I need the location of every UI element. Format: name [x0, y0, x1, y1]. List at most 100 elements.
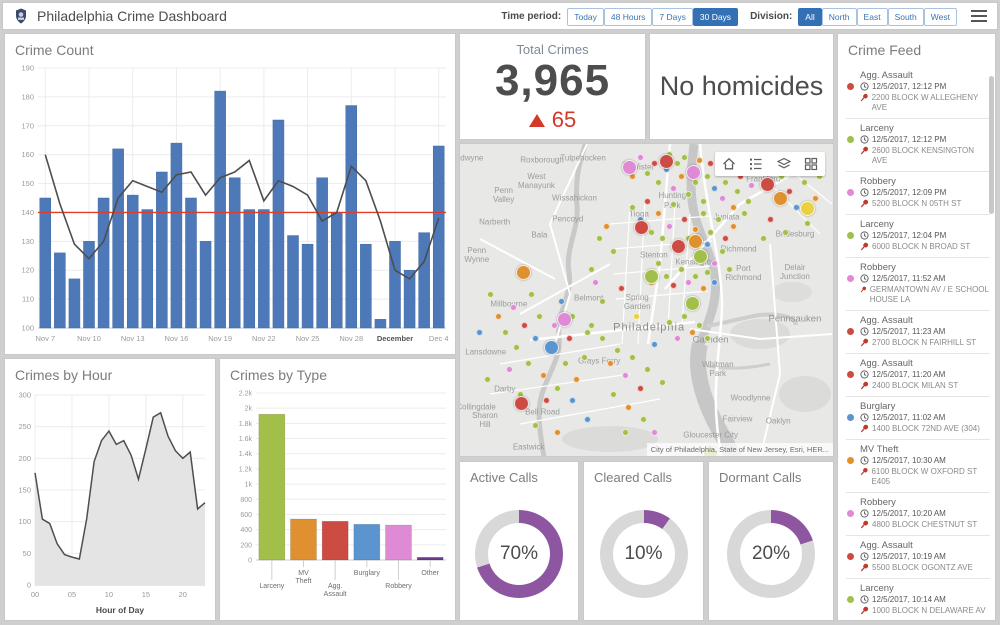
- map-dot[interactable]: [685, 279, 692, 286]
- map-dot[interactable]: [637, 385, 644, 392]
- map-dot[interactable]: [745, 198, 752, 205]
- map-dot[interactable]: [704, 173, 711, 180]
- map-dot[interactable]: [700, 198, 707, 205]
- map-dot[interactable]: [648, 229, 655, 236]
- map-dot[interactable]: [622, 372, 629, 379]
- map-dot[interactable]: [651, 429, 658, 436]
- map-dot[interactable]: [618, 285, 625, 292]
- layers-icon[interactable]: [776, 156, 792, 172]
- map-dot[interactable]: [782, 229, 789, 236]
- feed-item[interactable]: Robbery12/5/2017, 11:52 AMGERMANTOWN AV …: [846, 257, 990, 310]
- map-dot[interactable]: [663, 273, 670, 280]
- map-dot[interactable]: [592, 279, 599, 286]
- map-dot[interactable]: [711, 279, 718, 286]
- feed-item[interactable]: Robbery12/5/2017, 10:20 AM4800 BLOCK CHE…: [846, 492, 990, 535]
- hamburger-menu-icon[interactable]: [971, 7, 987, 25]
- map-dot[interactable]: [581, 354, 588, 361]
- map-big-dot[interactable]: [800, 201, 815, 216]
- map-dot[interactable]: [700, 210, 707, 217]
- map-dot[interactable]: [704, 241, 711, 248]
- map-dot[interactable]: [659, 379, 666, 386]
- map-dot[interactable]: [495, 313, 502, 320]
- time-period-button-48-hours[interactable]: 48 Hours: [604, 8, 653, 26]
- map-dot[interactable]: [704, 335, 711, 342]
- map-dot[interactable]: [674, 160, 681, 167]
- division-button-north[interactable]: North: [822, 8, 857, 26]
- map-dot[interactable]: [670, 282, 677, 289]
- feed-item[interactable]: Agg. Assault12/5/2017, 11:20 AM2400 BLOC…: [846, 353, 990, 396]
- map-dot[interactable]: [510, 304, 517, 311]
- feed-item[interactable]: Agg. Assault12/5/2017, 12:12 PM2200 BLOC…: [846, 66, 990, 118]
- feed-scrollbar[interactable]: [989, 76, 994, 214]
- feed-item[interactable]: Burglary12/5/2017, 11:02 AM1400 BLOCK 72…: [846, 396, 990, 439]
- map-dot[interactable]: [637, 154, 644, 161]
- map-dot[interactable]: [629, 204, 636, 211]
- map-dot[interactable]: [659, 235, 666, 242]
- map-big-dot[interactable]: [688, 234, 703, 249]
- map-dot[interactable]: [573, 376, 580, 383]
- map-dot[interactable]: [484, 376, 491, 383]
- map-dot[interactable]: [689, 329, 696, 336]
- map-dot[interactable]: [812, 195, 819, 202]
- map-big-dot[interactable]: [760, 177, 775, 192]
- map-dot[interactable]: [644, 198, 651, 205]
- map-dot[interactable]: [625, 404, 632, 411]
- map-dot[interactable]: [760, 235, 767, 242]
- feed-item[interactable]: MV Theft12/5/2017, 10:30 AM6100 BLOCK W …: [846, 439, 990, 492]
- map-dot[interactable]: [801, 179, 808, 186]
- map-big-dot[interactable]: [557, 312, 572, 327]
- map-dot[interactable]: [730, 223, 737, 230]
- map-dot[interactable]: [719, 195, 726, 202]
- feed-item[interactable]: Agg. Assault12/5/2017, 10:19 AM5500 BLOC…: [846, 535, 990, 578]
- map-big-dot[interactable]: [693, 249, 708, 264]
- map-dot[interactable]: [633, 313, 640, 320]
- map-dot[interactable]: [644, 170, 651, 177]
- map-dot[interactable]: [666, 223, 673, 230]
- map-dot[interactable]: [670, 201, 677, 208]
- time-period-button-7-days[interactable]: 7 Days: [652, 8, 692, 26]
- map-dot[interactable]: [603, 223, 610, 230]
- time-period-button-today[interactable]: Today: [567, 8, 604, 26]
- map-dot[interactable]: [525, 360, 532, 367]
- home-icon[interactable]: [721, 156, 737, 172]
- feed-item[interactable]: Agg. Assault12/5/2017, 11:23 AM2700 BLOC…: [846, 310, 990, 353]
- map-dot[interactable]: [599, 298, 606, 305]
- map-dot[interactable]: [536, 313, 543, 320]
- map-dot[interactable]: [678, 173, 685, 180]
- crime-map[interactable]: GladwyneRoxboroughTulpehockenWisterWest …: [459, 143, 834, 457]
- basemap-icon[interactable]: [803, 156, 819, 172]
- division-button-west[interactable]: West: [924, 8, 957, 26]
- map-dot[interactable]: [622, 429, 629, 436]
- division-button-east[interactable]: East: [857, 8, 888, 26]
- map-big-dot[interactable]: [671, 239, 686, 254]
- map-dot[interactable]: [532, 335, 539, 342]
- map-dot[interactable]: [700, 285, 707, 292]
- map-dot[interactable]: [804, 220, 811, 227]
- map-dot[interactable]: [730, 204, 737, 211]
- time-period-button-30-days[interactable]: 30 Days: [693, 8, 738, 26]
- legend-icon[interactable]: [748, 156, 764, 172]
- map-dot[interactable]: [566, 335, 573, 342]
- map-dot[interactable]: [719, 248, 726, 255]
- map-dot[interactable]: [610, 248, 617, 255]
- division-button-all[interactable]: All: [798, 8, 821, 26]
- map-dot[interactable]: [558, 298, 565, 305]
- map-dot[interactable]: [584, 329, 591, 336]
- map-dot[interactable]: [734, 188, 741, 195]
- map-dot[interactable]: [674, 335, 681, 342]
- map-big-dot[interactable]: [544, 340, 559, 355]
- map-dot[interactable]: [629, 354, 636, 361]
- map-big-dot[interactable]: [634, 220, 649, 235]
- division-button-south[interactable]: South: [888, 8, 924, 26]
- feed-item[interactable]: Larceny12/5/2017, 10:14 AM1000 BLOCK N D…: [846, 578, 990, 618]
- map-big-dot[interactable]: [773, 191, 788, 206]
- map-dot[interactable]: [562, 360, 569, 367]
- feed-item[interactable]: Larceny12/5/2017, 12:04 PM6000 BLOCK N B…: [846, 214, 990, 257]
- map-dot[interactable]: [476, 329, 483, 336]
- map-dot[interactable]: [502, 329, 509, 336]
- map-dot[interactable]: [678, 266, 685, 273]
- feed-item[interactable]: Larceny12/5/2017, 12:12 PM2600 BLOCK KEN…: [846, 118, 990, 171]
- map-dot[interactable]: [607, 360, 614, 367]
- map-dot[interactable]: [540, 372, 547, 379]
- feed-item[interactable]: Robbery12/5/2017, 12:09 PM5200 BLOCK N 0…: [846, 171, 990, 214]
